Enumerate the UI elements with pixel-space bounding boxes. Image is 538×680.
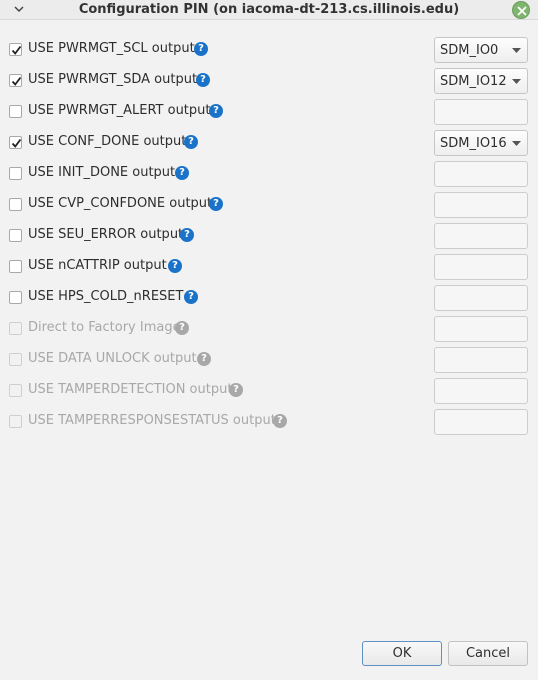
pin-select[interactable]: SDM_IO0: [434, 37, 528, 63]
option-checkbox[interactable]: [9, 291, 22, 304]
help-icon[interactable]: ?: [184, 290, 198, 304]
option-checkbox[interactable]: [9, 105, 22, 118]
help-icon[interactable]: ?: [180, 228, 194, 242]
help-icon[interactable]: ?: [168, 259, 182, 273]
option-checkbox[interactable]: [9, 260, 22, 273]
option-row: USE SEU_ERROR output?: [0, 223, 538, 249]
option-checkbox: [9, 415, 22, 428]
title-bar: Configuration PIN (on iacoma-dt-213.cs.i…: [0, 0, 538, 20]
option-row: USE DATA UNLOCK output?: [0, 347, 538, 373]
option-label[interactable]: USE CONF_DONE output: [28, 134, 186, 149]
pin-select[interactable]: [434, 192, 528, 218]
help-icon[interactable]: ?: [175, 166, 189, 180]
pin-select: [434, 347, 528, 373]
option-label[interactable]: USE INIT_DONE output: [28, 165, 175, 180]
pin-select-value: SDM_IO12: [440, 74, 507, 89]
pin-select[interactable]: SDM_IO12: [434, 68, 528, 94]
pin-select[interactable]: SDM_IO16: [434, 130, 528, 156]
pin-select[interactable]: [434, 161, 528, 187]
pin-select[interactable]: [434, 223, 528, 249]
option-checkbox[interactable]: [9, 167, 22, 180]
option-row: USE INIT_DONE output?: [0, 161, 538, 187]
checkmark-icon: [11, 45, 22, 55]
option-row: USE TAMPERRESPONSESTATUS output?: [0, 409, 538, 435]
option-row: USE nCATTRIP output?: [0, 254, 538, 280]
option-label[interactable]: USE HPS_COLD_nRESET: [28, 289, 183, 304]
checkmark-icon: [11, 138, 22, 148]
pin-select: [434, 378, 528, 404]
pin-select[interactable]: [434, 285, 528, 311]
pin-select-value: SDM_IO0: [440, 43, 499, 58]
help-icon[interactable]: ?: [209, 197, 223, 211]
checkmark-icon: [11, 76, 22, 86]
option-label[interactable]: USE PWRMGT_SDA output: [28, 72, 197, 87]
help-icon[interactable]: ?: [273, 414, 287, 428]
option-label[interactable]: USE nCATTRIP output: [28, 258, 167, 273]
option-checkbox[interactable]: [9, 229, 22, 242]
option-row: USE CONF_DONE output? SDM_IO16: [0, 130, 538, 156]
option-row: USE PWRMGT_ALERT output?: [0, 99, 538, 125]
pin-select: [434, 409, 528, 435]
pin-select-value: SDM_IO16: [440, 136, 507, 151]
dropdown-arrow-icon: [512, 48, 521, 53]
dropdown-arrow-icon: [512, 79, 521, 84]
option-checkbox: [9, 322, 22, 335]
help-icon[interactable]: ?: [194, 42, 208, 56]
option-label: USE TAMPERRESPONSESTATUS output: [28, 413, 276, 428]
ok-button[interactable]: OK: [362, 641, 442, 666]
option-checkbox[interactable]: [9, 198, 22, 211]
help-icon[interactable]: ?: [209, 104, 223, 118]
option-label: USE DATA UNLOCK output: [28, 351, 197, 366]
pin-select: [434, 316, 528, 342]
close-button[interactable]: [512, 1, 530, 19]
option-label[interactable]: USE CVP_CONFDONE output: [28, 196, 212, 211]
pin-select[interactable]: [434, 254, 528, 280]
option-checkbox: [9, 353, 22, 366]
option-checkbox[interactable]: [9, 43, 22, 56]
help-icon[interactable]: ?: [197, 352, 211, 366]
help-icon[interactable]: ?: [196, 73, 210, 87]
option-checkbox[interactable]: [9, 136, 22, 149]
help-icon[interactable]: ?: [229, 383, 243, 397]
help-icon[interactable]: ?: [184, 135, 198, 149]
pin-select[interactable]: [434, 99, 528, 125]
option-checkbox: [9, 384, 22, 397]
dropdown-arrow-icon: [512, 141, 521, 146]
help-icon[interactable]: ?: [175, 321, 189, 335]
option-row: USE TAMPERDETECTION output?: [0, 378, 538, 404]
option-row: USE HPS_COLD_nRESET?: [0, 285, 538, 311]
option-checkbox[interactable]: [9, 74, 22, 87]
cancel-button[interactable]: Cancel: [448, 641, 528, 666]
option-row: USE PWRMGT_SDA output? SDM_IO12: [0, 68, 538, 94]
option-label[interactable]: USE PWRMGT_SCL output: [28, 41, 195, 56]
option-row: USE CVP_CONFDONE output?: [0, 192, 538, 218]
option-label[interactable]: USE SEU_ERROR output: [28, 227, 183, 242]
option-label[interactable]: USE PWRMGT_ALERT output: [28, 103, 211, 118]
option-label: Direct to Factory Image: [28, 320, 181, 335]
option-row: Direct to Factory Image?: [0, 316, 538, 342]
option-row: USE PWRMGT_SCL output? SDM_IO0: [0, 37, 538, 63]
window-title: Configuration PIN (on iacoma-dt-213.cs.i…: [78, 2, 460, 17]
close-icon: [517, 6, 527, 16]
option-label: USE TAMPERDETECTION output: [28, 382, 233, 397]
